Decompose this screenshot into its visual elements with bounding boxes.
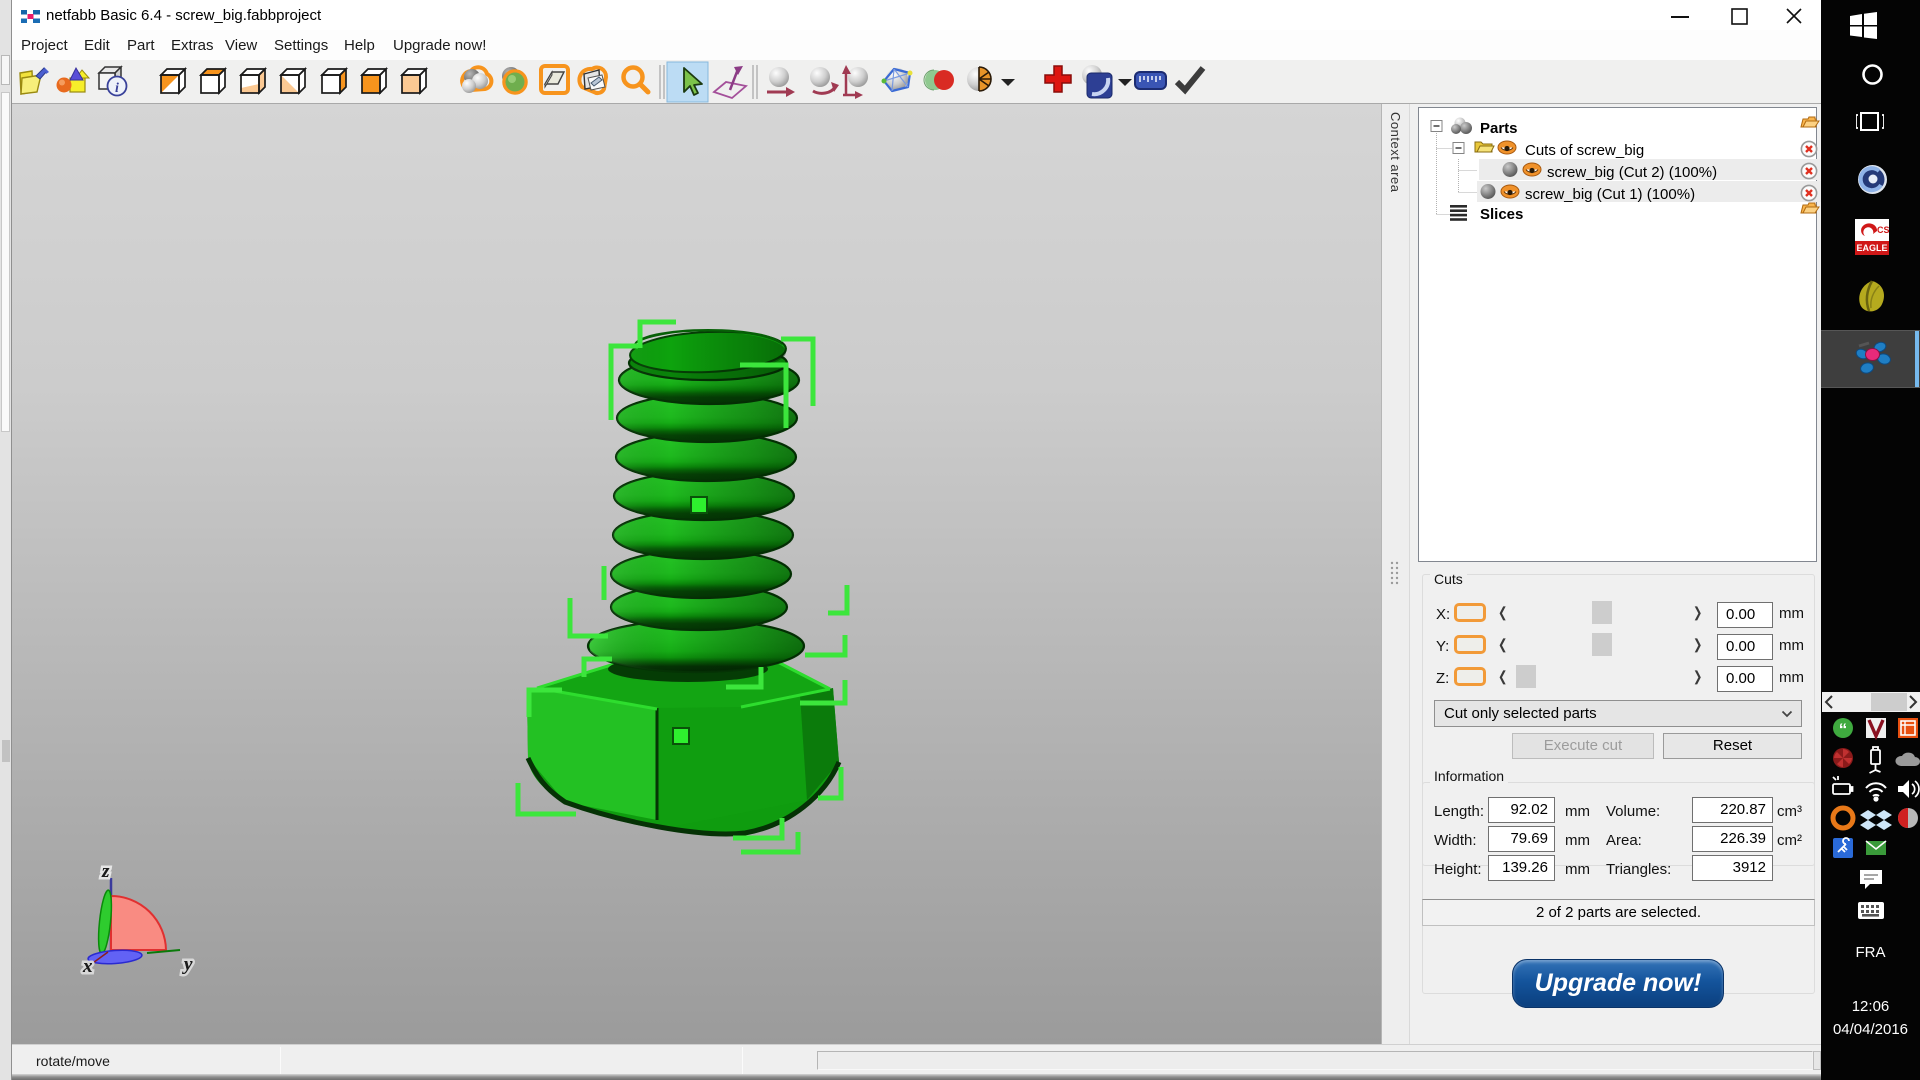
svg-text:x: x <box>82 956 93 977</box>
svg-text:Cuts of screw_big: Cuts of screw_big <box>1525 142 1644 159</box>
svg-text:Parts: Parts <box>1480 120 1518 137</box>
svg-text:z: z <box>101 861 110 882</box>
svg-text:EAGLE: EAGLE <box>1856 243 1887 253</box>
svg-text:screw_big (Cut 1) (100%): screw_big (Cut 1) (100%) <box>1525 186 1695 203</box>
svg-text:y: y <box>182 954 193 975</box>
svg-text:i: i <box>115 81 119 96</box>
svg-text:Slices: Slices <box>1480 206 1523 223</box>
svg-text:screw_big (Cut 2) (100%): screw_big (Cut 2) (100%) <box>1547 164 1717 181</box>
svg-text:CS: CS <box>1877 225 1889 235</box>
svg-text:“: “ <box>1839 720 1848 739</box>
